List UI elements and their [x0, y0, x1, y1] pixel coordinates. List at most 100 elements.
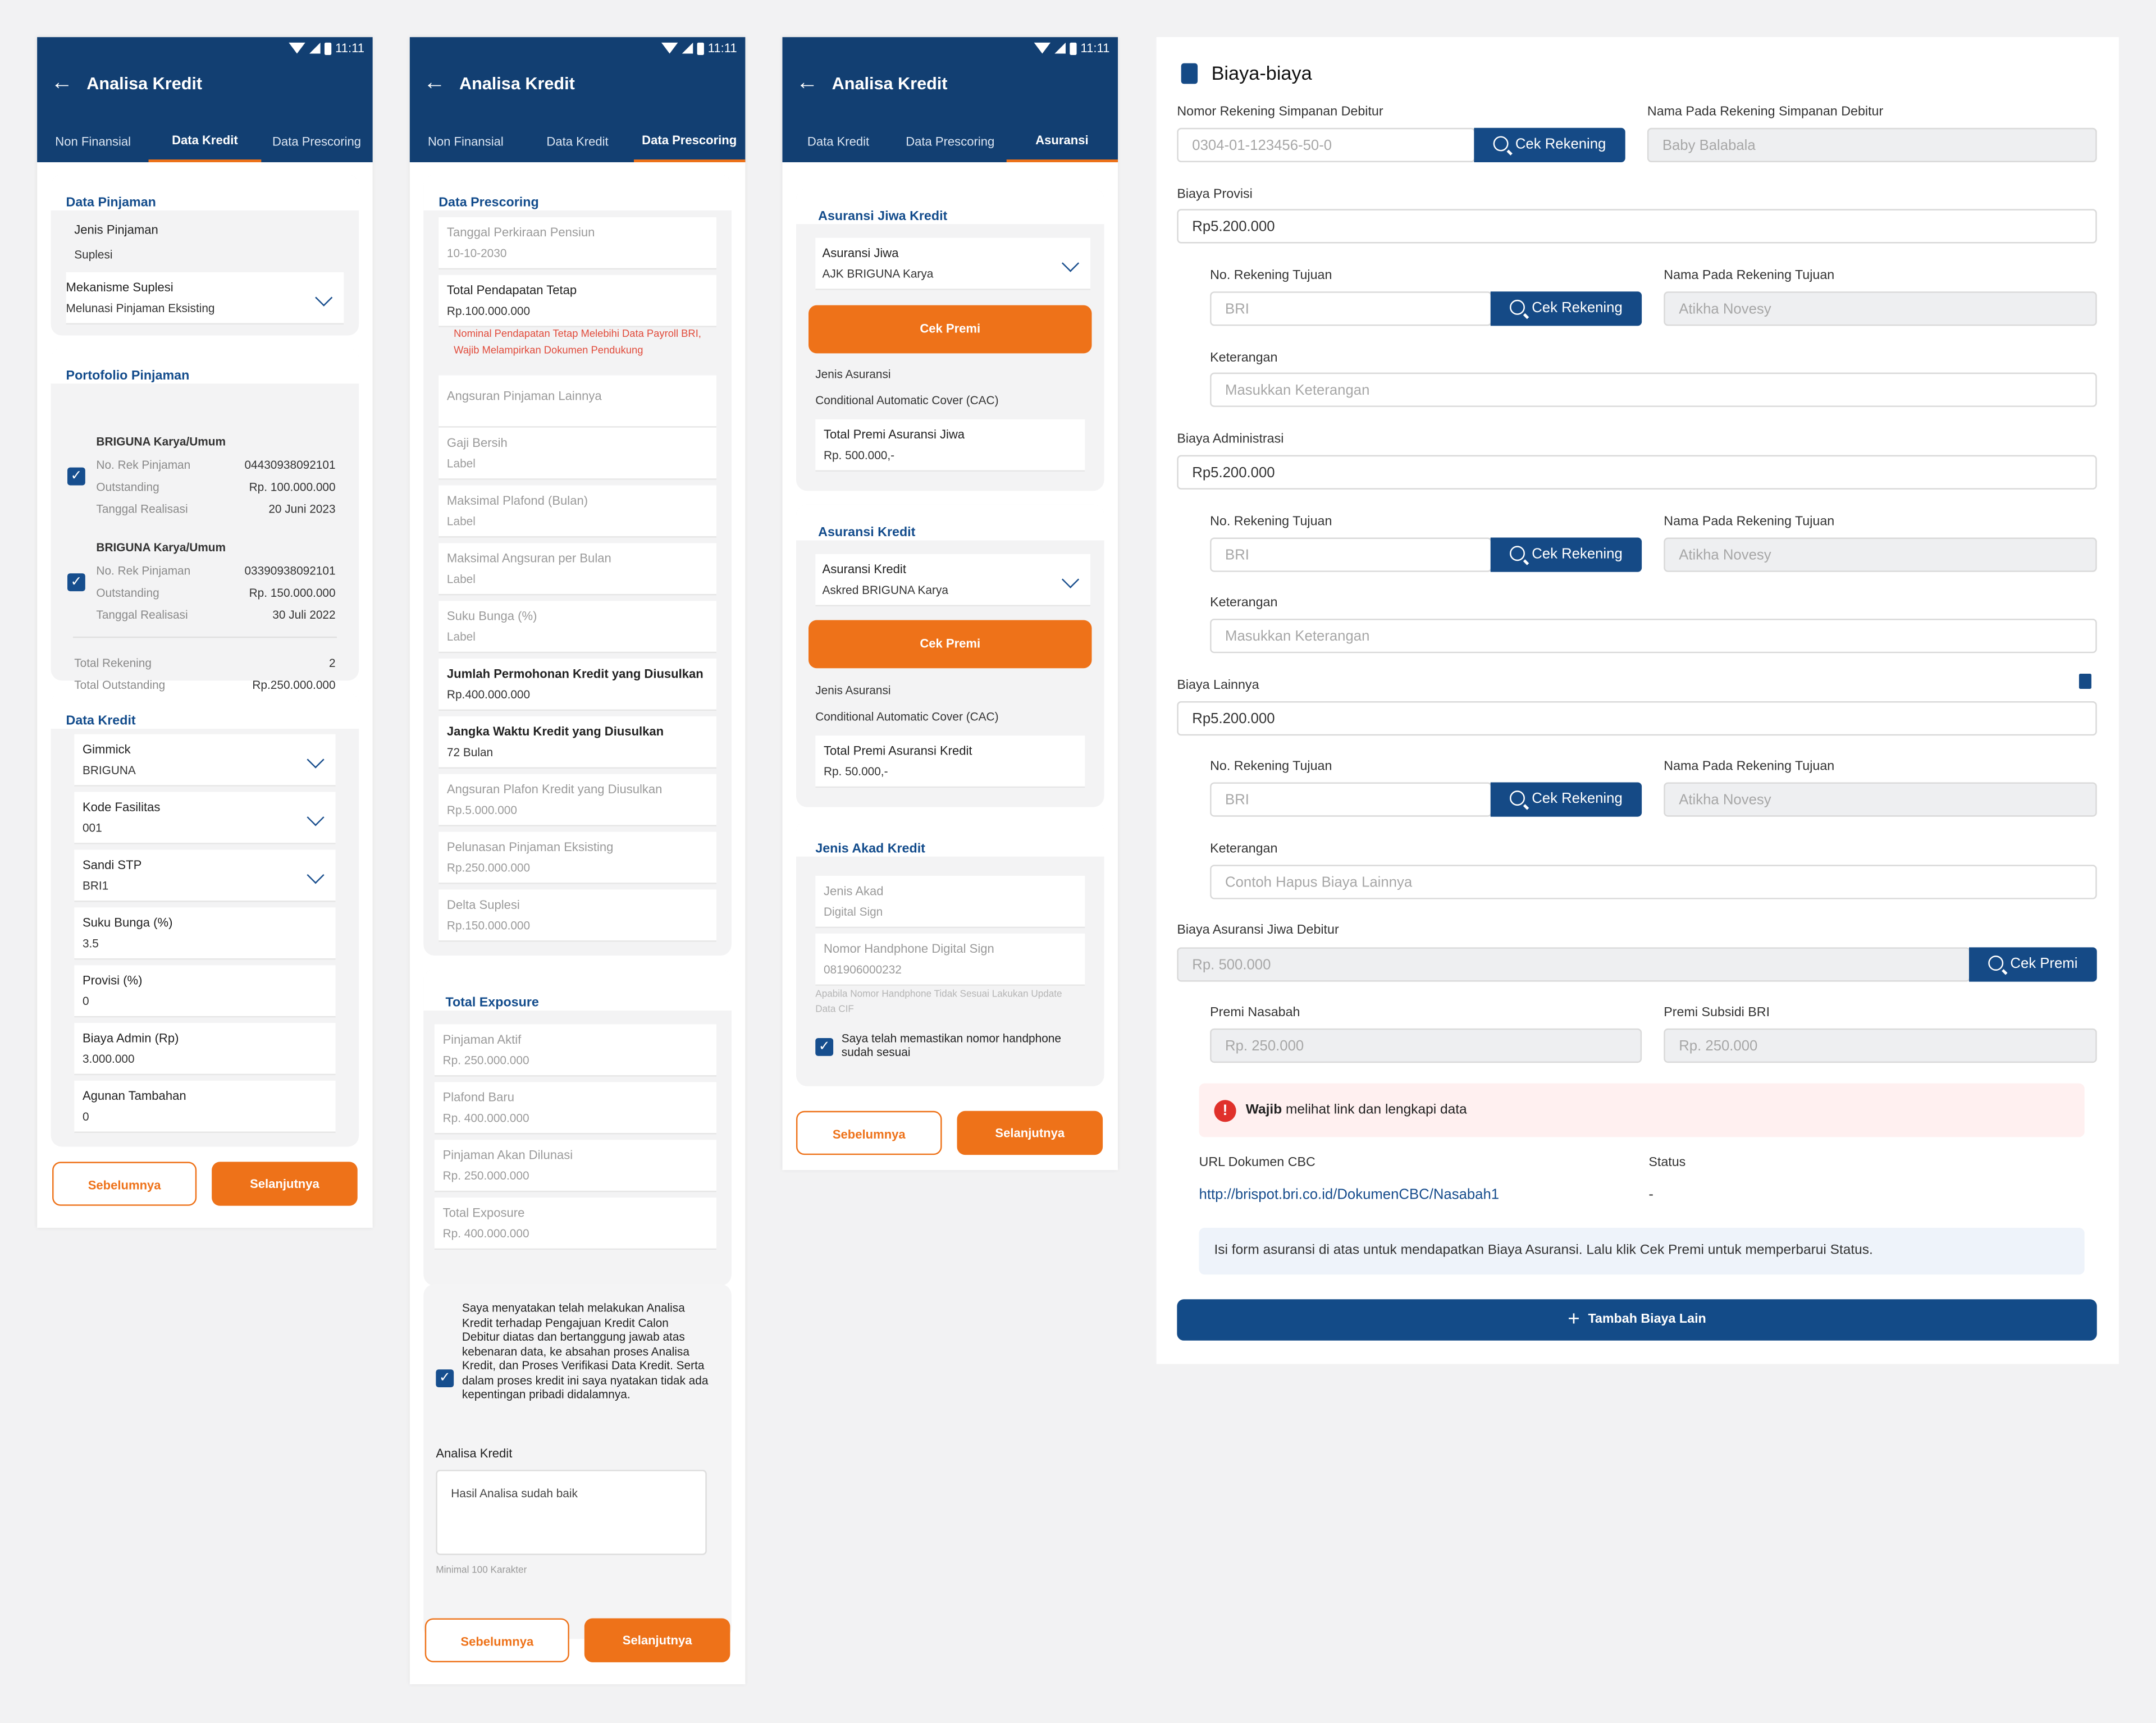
alert-banner: ! Wajib melihat link dan lengkapi data	[1199, 1083, 2085, 1137]
selanjutnya-button[interactable]: Selanjutnya	[584, 1618, 730, 1662]
battery-icon	[324, 42, 331, 54]
confirm-text: Saya telah memastikan nomor handphone su…	[841, 1031, 1061, 1059]
field-gaji-bersih: Gaji Bersih Label	[438, 427, 716, 480]
field-label: Mekanisme Suplesi	[66, 280, 173, 295]
cek-rekening-button[interactable]: Cek Rekening	[1474, 127, 1625, 162]
input-provisi[interactable]: Provisi (%) 0	[74, 965, 336, 1018]
back-arrow-icon[interactable]: ←	[423, 71, 445, 96]
tab-data-prescoring[interactable]: Data Prescoring	[261, 126, 372, 162]
back-arrow-icon[interactable]: ←	[51, 71, 73, 96]
sebelumnya-button[interactable]: Sebelumnya	[52, 1162, 197, 1206]
cek-premi-button[interactable]: Cek Premi	[808, 620, 1092, 669]
selanjutnya-button[interactable]: Selanjutnya	[957, 1110, 1103, 1155]
tab-data-kredit[interactable]: Data Kredit	[522, 126, 633, 162]
field-tanggal-pensiun: Tanggal Perkiraan Pensiun 10-10-2030	[438, 217, 716, 270]
url-link[interactable]: http://brispot.bri.co.id/DokumenCBC/Nasa…	[1199, 1186, 1500, 1203]
select-asuransi-kredit[interactable]: Asuransi Kredit Askred BRIGUNA Karya	[815, 554, 1091, 607]
card-title: Jenis Akad Kredit	[815, 841, 925, 857]
search-icon	[1510, 546, 1525, 561]
sebelumnya-button[interactable]: Sebelumnya	[796, 1110, 942, 1155]
field-angsuran-plafon: Angsuran Plafon Kredit yang Diusulkan Rp.…	[438, 774, 716, 826]
loan-outstanding: Rp. 150.000.000	[249, 586, 336, 600]
asuransi-jiwa-label: Biaya Asuransi Jiwa Debitur	[1177, 922, 1339, 938]
selanjutnya-button[interactable]: Selanjutnya	[212, 1162, 358, 1206]
nama-simpanan-input: Baby Balabala	[1647, 127, 2097, 162]
biaya-lainnya-input[interactable]: Rp5.200.000	[1177, 701, 2097, 736]
cek-rekening-button[interactable]: Cek Rekening	[1490, 291, 1642, 326]
input-jangka-waktu[interactable]: Jangka Waktu Kredit yang Diusulkan 72 Bul…	[438, 716, 716, 769]
field-label: Gimmick	[82, 742, 131, 756]
field-label: Delta Suplesi	[446, 898, 520, 912]
field-label: Pelunasan Pinjaman Eksisting	[446, 840, 614, 854]
rekening-tujuan-input[interactable]: BRI	[1210, 537, 1492, 572]
rekening-tujuan-input[interactable]: BRI	[1210, 782, 1492, 817]
cek-premi-button[interactable]: Cek Premi	[1968, 947, 2097, 982]
select-sandi-stp[interactable]: Sandi STP BRI1	[74, 849, 336, 902]
trash-icon[interactable]	[2079, 674, 2091, 689]
checkbox-confirm-hp[interactable]: ✓	[815, 1038, 834, 1056]
alert-text: melihat link dan lengkapi data	[1286, 1103, 1467, 1118]
rekening-tujuan-input[interactable]: BRI	[1210, 291, 1492, 326]
tab-data-prescoring[interactable]: Data Prescoring	[633, 126, 746, 162]
keterangan-input[interactable]: Contoh Hapus Biaya Lainnya	[1210, 865, 2097, 899]
document-icon	[1181, 63, 1198, 84]
select-mekanisme-suplesi[interactable]: Mekanisme Suplesi Melunasi Pinjaman Eksi…	[66, 272, 344, 325]
tab-data-prescoring[interactable]: Data Prescoring	[894, 126, 1006, 162]
select-kode-fasilitas[interactable]: Kode Fasilitas 001	[74, 792, 336, 844]
field-label: Total Pendapatan Tetap	[446, 283, 577, 297]
signal-icon	[1054, 42, 1066, 54]
loan-date-label: Tanggal Realisasi	[96, 501, 188, 516]
wifi-icon	[1034, 42, 1050, 54]
card-header: Jenis Akad Kredit	[796, 821, 1104, 857]
keterangan-input[interactable]: Masukkan Keterangan	[1210, 372, 2097, 407]
field-value: Rp.250.000.000	[446, 861, 531, 875]
cek-premi-button[interactable]: Cek Premi	[808, 305, 1092, 354]
field-label: Plafond Baru	[442, 1090, 515, 1104]
hp-hint: Apabila Nomor Handphone Tidak Sesuai Lak…	[815, 990, 1062, 1015]
chevron-down-icon	[307, 808, 325, 826]
input-agunan-tambahan[interactable]: Agunan Tambahan 0	[74, 1080, 336, 1133]
biaya-administrasi-input[interactable]: Rp5.200.000	[1177, 455, 2097, 490]
tab-data-kredit[interactable]: Data Kredit	[782, 126, 894, 162]
checkbox-portofolio-2[interactable]: ✓	[67, 573, 85, 592]
asuransi-jiwa-input: Rp. 500.000	[1177, 947, 1971, 982]
analisa-textarea[interactable]: Hasil Analisa sudah baik	[436, 1469, 707, 1555]
checkbox-pernyataan[interactable]: ✓	[436, 1369, 454, 1388]
input-suku-bunga[interactable]: Suku Bunga (%) 3.5	[74, 907, 336, 960]
tambah-biaya-button[interactable]: + Tambah Biaya Lain	[1177, 1299, 2097, 1341]
field-value: Rp.100.000.000	[446, 304, 531, 318]
cek-rekening-button[interactable]: Cek Rekening	[1490, 782, 1642, 817]
input-total-pendapatan[interactable]: Total Pendapatan Tetap Rp.100.000.000	[438, 275, 716, 327]
field-label: Total Exposure	[442, 1205, 525, 1220]
field-value: 72 Bulan	[446, 745, 494, 759]
loan-date: 30 Juli 2022	[272, 607, 336, 621]
select-gimmick[interactable]: Gimmick BRIGUNA	[74, 734, 336, 787]
input-jumlah-permohonan[interactable]: Jumlah Permohonan Kredit yang Diusulkan R…	[438, 659, 716, 711]
nama-tujuan-label: Nama Pada Rekening Tujuan	[1664, 514, 1835, 529]
chevron-down-icon	[315, 289, 333, 307]
keterangan-input[interactable]: Masukkan Keterangan	[1210, 619, 2097, 653]
field-total-premi-jiwa: Total Premi Asuransi Jiwa Rp. 500.000,-	[815, 419, 1085, 472]
rekening-simpanan-input[interactable]: 0304-01-123456-50-0	[1177, 127, 1476, 162]
tab-bar: Non Finansial Data Kredit Data Prescorin…	[410, 126, 746, 162]
wifi-icon	[661, 42, 678, 54]
input-biaya-admin[interactable]: Biaya Admin (Rp) 3.000.000	[74, 1023, 336, 1076]
tab-non-finansial[interactable]: Non Finansial	[410, 126, 522, 162]
tab-asuransi[interactable]: Asuransi	[1006, 126, 1118, 162]
select-asuransi-jiwa[interactable]: Asuransi Jiwa AJK BRIGUNA Karya	[815, 237, 1091, 290]
back-arrow-icon[interactable]: ←	[796, 71, 818, 96]
card-header: Data Prescoring	[423, 175, 732, 211]
tab-non-finansial[interactable]: Non Finansial	[37, 126, 149, 162]
checkbox-portofolio-1[interactable]: ✓	[67, 467, 85, 486]
cek-rekening-button[interactable]: Cek Rekening	[1490, 537, 1642, 572]
field-value: Rp. 400.000.000	[442, 1110, 529, 1125]
search-icon	[1493, 136, 1509, 152]
statement-text: Saya menyatakan telah melakukan Analisa …	[462, 1300, 709, 1401]
card-header: Total Exposure	[423, 969, 732, 1011]
sebelumnya-button[interactable]: Sebelumnya	[424, 1618, 569, 1662]
biaya-provisi-input[interactable]: Rp5.200.000	[1177, 209, 2097, 244]
field-value: BRI1	[82, 878, 109, 893]
tab-data-kredit[interactable]: Data Kredit	[149, 126, 261, 162]
panel-title: Biaya-biaya	[1211, 62, 1312, 84]
nama-tujuan-input: Atikha Novesy	[1664, 537, 2097, 572]
